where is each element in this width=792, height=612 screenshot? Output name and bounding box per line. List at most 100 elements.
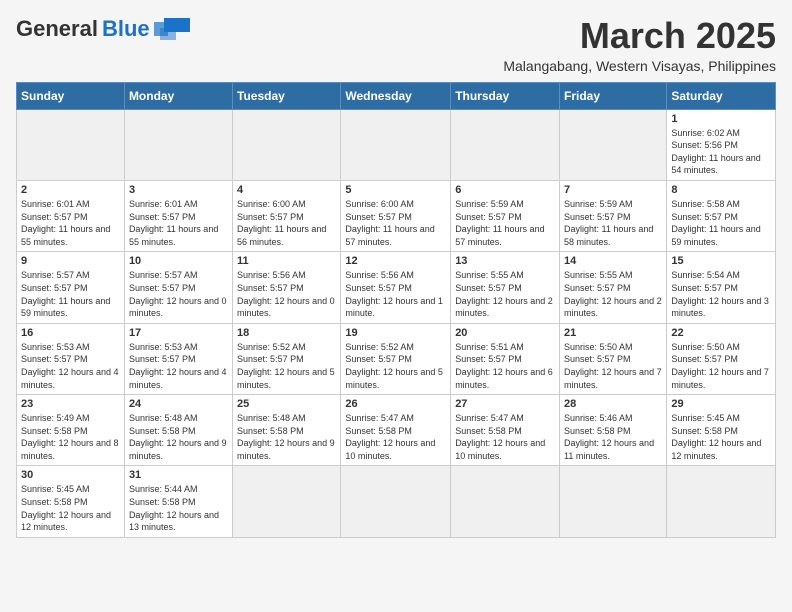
day-number: 5 [345, 184, 446, 196]
calendar-day-cell: 3Sunrise: 6:01 AMSunset: 5:57 PMDaylight… [124, 180, 232, 251]
calendar-week-row: 1Sunrise: 6:02 AMSunset: 5:56 PMDaylight… [17, 109, 776, 180]
day-info: Sunrise: 5:52 AMSunset: 5:57 PMDaylight:… [237, 341, 336, 391]
calendar-day-cell: 28 Sunrise: 5:46 AMSunset: 5:58 PMDayligh… [560, 395, 667, 466]
day-number: 16 [21, 327, 120, 339]
calendar-day-cell: 5Sunrise: 6:00 AMSunset: 5:57 PMDaylight… [341, 180, 451, 251]
calendar-day-cell [233, 109, 341, 180]
calendar-day-cell: 19 Sunrise: 5:52 AMSunset: 5:57 PMDayligh… [341, 323, 451, 394]
day-info: Sunrise: 5:48 AMSunset: 5:58 PMDaylight:… [129, 412, 228, 462]
day-number: 13 [455, 255, 555, 267]
day-number: 26 [345, 398, 446, 410]
day-number: 11 [237, 255, 336, 267]
day-number: 20 [455, 327, 555, 339]
calendar-day-cell: 23 Sunrise: 5:49 AMSunset: 5:58 PMDayligh… [17, 395, 125, 466]
day-info: Sunrise: 5:58 AMSunset: 5:57 PMDaylight:… [671, 198, 771, 248]
day-number: 8 [671, 184, 771, 196]
calendar-day-cell [560, 109, 667, 180]
calendar-day-cell [560, 466, 667, 537]
day-number: 19 [345, 327, 446, 339]
calendar-day-cell [451, 466, 560, 537]
day-info: Sunrise: 5:50 AMSunset: 5:57 PMDaylight:… [564, 341, 662, 391]
calendar-day-cell: 2 Sunrise: 6:01 AMSunset: 5:57 PMDaylight… [17, 180, 125, 251]
logo-icon [154, 18, 190, 40]
day-info: Sunrise: 5:57 AMSunset: 5:57 PMDaylight:… [21, 269, 120, 319]
calendar-table: SundayMondayTuesdayWednesdayThursdayFrid… [16, 82, 776, 538]
calendar-day-cell [233, 466, 341, 537]
day-number: 17 [129, 327, 228, 339]
day-number: 18 [237, 327, 336, 339]
calendar-day-cell [17, 109, 125, 180]
calendar-day-cell: 21Sunrise: 5:50 AMSunset: 5:57 PMDayligh… [560, 323, 667, 394]
weekday-header: Saturday [667, 82, 776, 109]
calendar-day-cell: 16Sunrise: 5:53 AMSunset: 5:57 PMDayligh… [17, 323, 125, 394]
day-info: Sunrise: 5:44 AMSunset: 5:58 PMDaylight:… [129, 483, 228, 533]
calendar-day-cell: 24 Sunrise: 5:48 AMSunset: 5:58 PMDayligh… [124, 395, 232, 466]
calendar-day-cell: 6Sunrise: 5:59 AMSunset: 5:57 PMDaylight… [451, 180, 560, 251]
day-info: Sunrise: 6:01 AMSunset: 5:57 PMDaylight:… [21, 198, 120, 248]
title-area: March 2025 Malangabang, Western Visayas,… [503, 16, 776, 74]
day-info: Sunrise: 5:45 AMSunset: 5:58 PMDaylight:… [671, 412, 771, 462]
day-info: Sunrise: 5:54 AMSunset: 5:57 PMDaylight:… [671, 269, 771, 319]
calendar-day-cell: 8 Sunrise: 5:58 AMSunset: 5:57 PMDaylight… [667, 180, 776, 251]
calendar-day-cell: 18 Sunrise: 5:52 AMSunset: 5:57 PMDayligh… [233, 323, 341, 394]
calendar-day-cell: 13 Sunrise: 5:55 AMSunset: 5:57 PMDayligh… [451, 252, 560, 323]
weekday-header: Sunday [17, 82, 125, 109]
calendar-day-cell: 15Sunrise: 5:54 AMSunset: 5:57 PMDayligh… [667, 252, 776, 323]
day-number: 4 [237, 184, 336, 196]
logo-general: General [16, 16, 98, 42]
day-info: Sunrise: 5:47 AMSunset: 5:58 PMDaylight:… [345, 412, 446, 462]
day-number: 25 [237, 398, 336, 410]
day-number: 29 [671, 398, 771, 410]
day-number: 10 [129, 255, 228, 267]
day-info: Sunrise: 5:55 AMSunset: 5:57 PMDaylight:… [564, 269, 662, 319]
day-number: 23 [21, 398, 120, 410]
weekday-header: Thursday [451, 82, 560, 109]
day-number: 7 [564, 184, 662, 196]
calendar-day-cell: 31 Sunrise: 5:44 AMSunset: 5:58 PMDayligh… [124, 466, 232, 537]
day-info: Sunrise: 6:00 AMSunset: 5:57 PMDaylight:… [237, 198, 336, 248]
day-info: Sunrise: 5:52 AMSunset: 5:57 PMDaylight:… [345, 341, 446, 391]
calendar-day-cell: 22Sunrise: 5:50 AMSunset: 5:57 PMDayligh… [667, 323, 776, 394]
day-number: 14 [564, 255, 662, 267]
day-number: 2 [21, 184, 120, 196]
day-number: 27 [455, 398, 555, 410]
calendar-day-cell: 26 Sunrise: 5:47 AMSunset: 5:58 PMDayligh… [341, 395, 451, 466]
calendar-day-cell [451, 109, 560, 180]
calendar-week-row: 2 Sunrise: 6:01 AMSunset: 5:57 PMDaylight… [17, 180, 776, 251]
day-info: Sunrise: 5:55 AMSunset: 5:57 PMDaylight:… [455, 269, 555, 319]
calendar-day-cell [667, 466, 776, 537]
calendar-day-cell [341, 109, 451, 180]
day-info: Sunrise: 5:46 AMSunset: 5:58 PMDaylight:… [564, 412, 662, 462]
calendar-week-row: 23 Sunrise: 5:49 AMSunset: 5:58 PMDayligh… [17, 395, 776, 466]
day-info: Sunrise: 5:53 AMSunset: 5:57 PMDaylight:… [129, 341, 228, 391]
calendar-day-cell: 11 Sunrise: 5:56 AMSunset: 5:57 PMDayligh… [233, 252, 341, 323]
weekday-header: Monday [124, 82, 232, 109]
day-number: 31 [129, 469, 228, 481]
calendar-day-cell: 4 Sunrise: 6:00 AMSunset: 5:57 PMDaylight… [233, 180, 341, 251]
day-number: 6 [455, 184, 555, 196]
day-info: Sunrise: 5:56 AMSunset: 5:57 PMDaylight:… [237, 269, 336, 319]
day-info: Sunrise: 5:50 AMSunset: 5:57 PMDaylight:… [671, 341, 771, 391]
day-info: Sunrise: 5:59 AMSunset: 5:57 PMDaylight:… [564, 198, 662, 248]
calendar-day-cell [124, 109, 232, 180]
day-info: Sunrise: 5:56 AMSunset: 5:57 PMDaylight:… [345, 269, 446, 319]
weekday-header-row: SundayMondayTuesdayWednesdayThursdayFrid… [17, 82, 776, 109]
day-info: Sunrise: 6:01 AMSunset: 5:57 PMDaylight:… [129, 198, 228, 248]
calendar-day-cell: 1Sunrise: 6:02 AMSunset: 5:56 PMDaylight… [667, 109, 776, 180]
calendar-day-cell: 29 Sunrise: 5:45 AMSunset: 5:58 PMDayligh… [667, 395, 776, 466]
calendar-day-cell: 17 Sunrise: 5:53 AMSunset: 5:57 PMDayligh… [124, 323, 232, 394]
location-subtitle: Malangabang, Western Visayas, Philippine… [503, 58, 776, 74]
day-number: 24 [129, 398, 228, 410]
day-info: Sunrise: 5:49 AMSunset: 5:58 PMDaylight:… [21, 412, 120, 462]
page-header: General Blue March 2025 Malangabang, Wes… [16, 16, 776, 74]
day-info: Sunrise: 6:02 AMSunset: 5:56 PMDaylight:… [671, 127, 771, 177]
day-info: Sunrise: 5:57 AMSunset: 5:57 PMDaylight:… [129, 269, 228, 319]
day-info: Sunrise: 5:45 AMSunset: 5:58 PMDaylight:… [21, 483, 120, 533]
day-number: 28 [564, 398, 662, 410]
day-number: 12 [345, 255, 446, 267]
calendar-day-cell [341, 466, 451, 537]
calendar-week-row: 9Sunrise: 5:57 AMSunset: 5:57 PMDaylight… [17, 252, 776, 323]
logo: General Blue [16, 16, 190, 42]
calendar-week-row: 16 Sunrise: 5:53 AMSunset: 5:57 PMDayligh… [17, 323, 776, 394]
logo-blue: Blue [102, 16, 150, 42]
